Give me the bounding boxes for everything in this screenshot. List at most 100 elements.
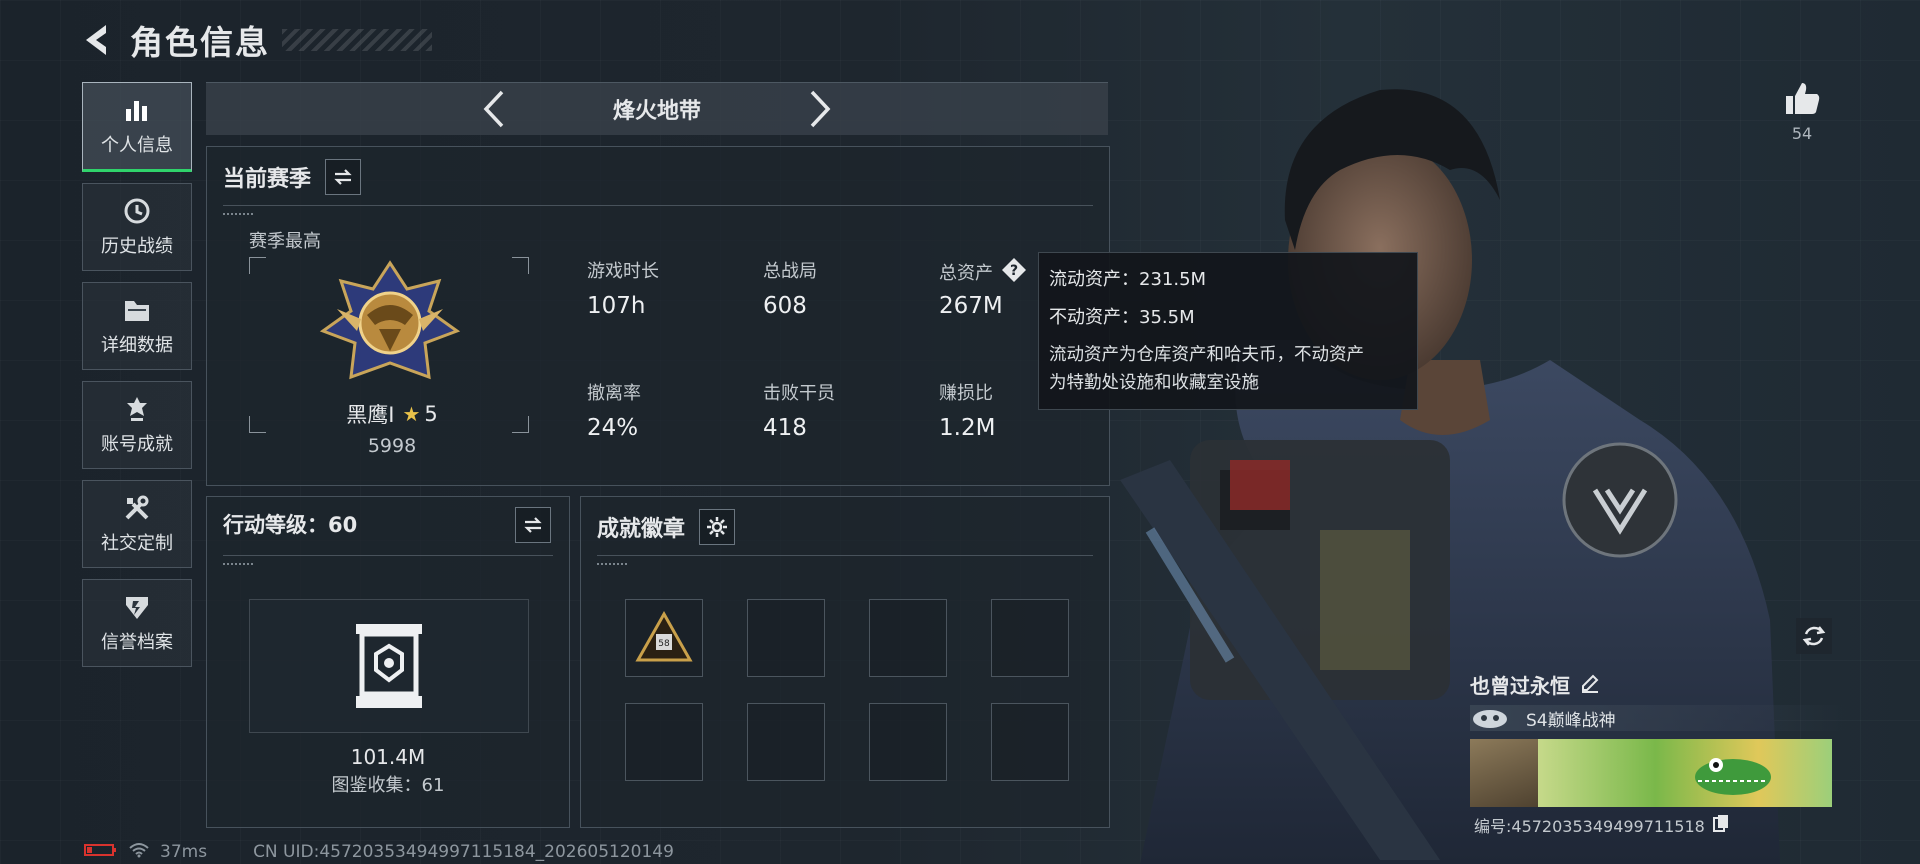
stat-extraction-rate: 撤离率 24% (587, 379, 641, 441)
stat-label: 总资产 (939, 263, 993, 284)
uid-text: CN UID:45720353494997115184_202605120149 (253, 842, 674, 862)
divider (223, 555, 553, 556)
sidebar-item-details[interactable]: 详细数据 (82, 282, 192, 370)
stat-value: 608 (763, 293, 807, 319)
collection-count: 图鉴收集：61 (331, 775, 445, 796)
crocodile-mascot-icon (1695, 758, 1771, 795)
stat-label: 赚损比 (939, 383, 993, 404)
player-title: S4巅峰战神 (1526, 710, 1616, 731)
divider (597, 555, 1093, 556)
edit-icon[interactable] (1580, 673, 1600, 697)
badge-triangle-icon: 58 (635, 610, 693, 662)
stat-profit-loss: 赚损比 1.2M (939, 379, 995, 441)
rank-stars: 5 (424, 402, 438, 426)
badge-slot[interactable] (747, 599, 825, 677)
title-emblem-icon (1473, 710, 1507, 728)
rank-score: 5998 (367, 435, 417, 457)
rotate-character-button[interactable] (1796, 618, 1832, 654)
history-icon (122, 196, 152, 226)
stat-kills: 击败干员 418 (763, 379, 835, 441)
badge-slot[interactable] (625, 703, 703, 781)
next-mode-button[interactable] (801, 89, 841, 129)
badge-slot[interactable] (991, 703, 1069, 781)
stat-total-assets: 总资产 ? 267M (939, 257, 1027, 319)
status-bar: 37ms CN UID:45720353494997115184_2026051… (84, 842, 674, 862)
stat-label: 击败干员 (763, 383, 835, 404)
divider-dots (223, 563, 253, 565)
sidebar-item-social[interactable]: 社交定制 (82, 480, 192, 568)
badge-slot[interactable]: 58 (625, 599, 703, 677)
collection-value: 101.4M (350, 745, 426, 769)
rank-name: 黑鹰I (346, 403, 395, 427)
wifi-icon (128, 842, 150, 863)
mode-selector: 烽火地带 (206, 82, 1108, 135)
like-count: 54 (1791, 124, 1813, 143)
level-switch-button[interactable] (515, 507, 551, 543)
banner (1470, 739, 1850, 807)
folder-icon (122, 295, 152, 325)
sidebar-item-personal-info[interactable]: 个人信息 (82, 82, 192, 172)
thumbs-up-icon[interactable] (1780, 80, 1824, 120)
achievement-icon (122, 394, 152, 424)
stat-value: 267M (939, 293, 1003, 319)
sidebar-item-label: 个人信息 (101, 135, 173, 156)
player-id: 编号:4572035349499711518 (1474, 817, 1705, 836)
svg-text:?: ? (1010, 263, 1018, 279)
stat-value: 1.2M (939, 415, 996, 441)
credit-icon (122, 592, 152, 622)
copy-icon[interactable] (1712, 814, 1729, 836)
stat-total-matches: 总战局 608 (763, 257, 817, 319)
season-switch-button[interactable] (325, 159, 362, 195)
tooltip-fixed-assets: 不动资产：35.5M (1049, 307, 1195, 328)
stat-value: 418 (763, 415, 807, 441)
ping-value: 37ms (160, 842, 208, 862)
stat-label: 游戏时长 (587, 261, 659, 282)
refresh-icon (1802, 626, 1826, 646)
divider-dots (223, 213, 253, 215)
previous-mode-button[interactable] (473, 89, 513, 129)
back-arrow-icon[interactable] (80, 22, 116, 58)
rank-emblem-icon (319, 260, 461, 380)
divider (223, 205, 1093, 206)
badges-settings-button[interactable] (699, 509, 736, 545)
badge-slot[interactable] (869, 703, 947, 781)
collection-frame (249, 599, 529, 733)
sidebar-item-achievements[interactable]: 账号成就 (82, 381, 192, 469)
bar-chart-icon (122, 95, 152, 125)
action-level-panel: 行动等级：60 101.4M 图鉴收集：61 (206, 496, 570, 828)
tools-icon (122, 493, 152, 523)
avatar[interactable] (1470, 739, 1538, 807)
sidebar-item-label: 账号成就 (101, 434, 173, 455)
sidebar-item-history[interactable]: 历史战绩 (82, 183, 192, 271)
help-icon[interactable]: ? (1001, 257, 1027, 287)
stat-label: 总战局 (763, 261, 817, 282)
collection-display-icon (356, 624, 422, 708)
badge-slot[interactable] (747, 703, 825, 781)
title-row: S4巅峰战神 (1470, 705, 1850, 731)
page-title: 角色信息 (130, 23, 270, 62)
badge-slot[interactable] (991, 599, 1069, 677)
sidebar-item-label: 详细数据 (101, 335, 173, 356)
sidebar-item-credit[interactable]: 信誉档案 (82, 579, 192, 667)
name-card-banner[interactable] (1538, 739, 1832, 807)
badge-slot[interactable] (869, 599, 947, 677)
season-best-label: 赛季最高 (249, 231, 321, 252)
stat-value: 107h (587, 293, 646, 319)
badges-panel: 成就徽章 58 (580, 496, 1110, 828)
stat-play-time: 游戏时长 107h (587, 257, 659, 319)
season-title: 当前赛季 (223, 167, 312, 192)
player-id-row: 编号:4572035349499711518 (1470, 813, 1850, 837)
stat-value: 24% (587, 415, 639, 441)
tooltip-description-1: 流动资产为仓库资产和哈夫币，不动资产 (1049, 345, 1364, 365)
badges-title: 成就徽章 (597, 517, 686, 542)
sidebar-nav: 个人信息 历史战绩 详细数据 账号成就 社交定制 信誉档案 (82, 82, 192, 678)
profile-card: 也曾过永恒 S4巅峰战神 编号:4572035349499711518 (1470, 670, 1850, 837)
level-title: 行动等级：60 (223, 513, 358, 537)
title-bar: 角色信息 (80, 18, 432, 62)
sidebar-item-label: 信誉档案 (101, 632, 173, 653)
divider-dots (597, 563, 627, 565)
assets-tooltip: 流动资产：231.5M 不动资产：35.5M 流动资产为仓库资产和哈夫币，不动资… (1038, 252, 1418, 410)
sidebar-item-label: 社交定制 (101, 533, 173, 554)
title-decoration (282, 29, 432, 51)
like-widget: 54 (1780, 80, 1824, 143)
